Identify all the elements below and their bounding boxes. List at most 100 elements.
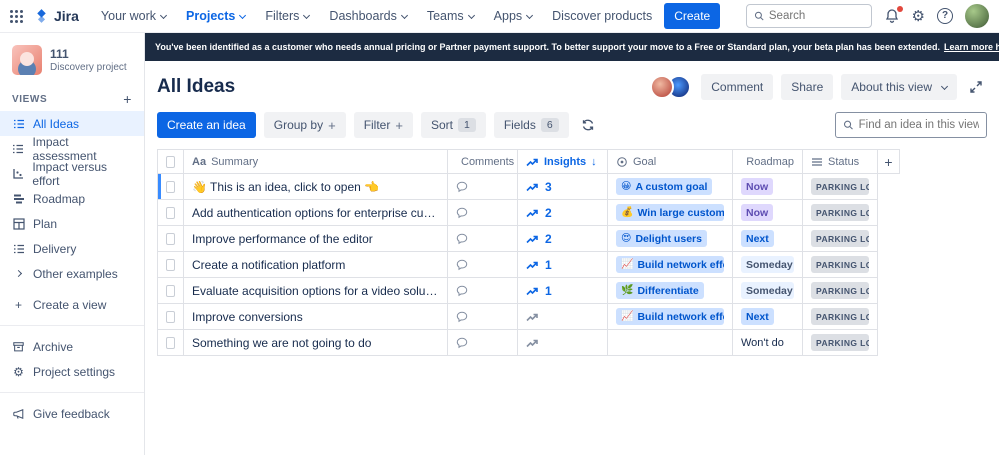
insights-cell[interactable] <box>518 330 608 356</box>
comments-cell[interactable] <box>448 226 518 252</box>
insights-cell[interactable] <box>518 304 608 330</box>
sort-button[interactable]: Sort 1 <box>420 112 486 138</box>
goal-cell[interactable]: 😀 A custom goal <box>608 174 733 200</box>
group-by-button[interactable]: Group by + <box>263 112 346 138</box>
goal-cell[interactable]: 📈Build network effects <box>608 304 733 330</box>
status-select[interactable]: PARKING LOT <box>811 204 869 221</box>
insights-cell[interactable]: 1 <box>518 278 608 304</box>
app-switcher-icon[interactable] <box>10 9 23 23</box>
table-row[interactable]: Improve conversions 📈Build network effec… <box>158 304 900 330</box>
table-row[interactable]: Add authentication options for enterpris… <box>158 200 900 226</box>
table-row[interactable]: Evaluate acquisition options for a video… <box>158 278 900 304</box>
row-checkbox[interactable] <box>166 232 175 245</box>
row-checkbox[interactable] <box>166 206 175 219</box>
idea-summary[interactable]: 👋 This is an idea, click to open 👈 <box>192 180 379 194</box>
learn-more-link[interactable]: Learn more here <box>944 42 999 52</box>
row-checkbox[interactable] <box>166 258 175 271</box>
comments-cell[interactable] <box>448 278 518 304</box>
table-row[interactable]: Create a notification platform 1 📈 Build … <box>158 252 900 278</box>
settings-icon[interactable]: ⚙ <box>912 9 925 24</box>
add-view-icon[interactable]: + <box>123 91 132 107</box>
insights-cell[interactable]: 1 <box>518 252 608 278</box>
column-header-comments[interactable]: Comments <box>448 150 518 174</box>
comments-cell[interactable] <box>448 174 518 200</box>
nav-apps[interactable]: Apps <box>486 0 541 32</box>
status-select[interactable]: PARKING LOT <box>811 308 869 325</box>
nav-discover-products[interactable]: Discover products <box>544 0 660 32</box>
column-header-goal[interactable]: Goal <box>608 150 733 174</box>
status-select[interactable]: PARKING LOT <box>811 230 869 247</box>
roadmap-cell[interactable]: Won't do <box>733 330 803 356</box>
roadmap-cell[interactable]: Next <box>733 304 803 330</box>
idea-summary[interactable]: Create a notification platform <box>192 258 345 272</box>
idea-summary[interactable]: Something we are not going to do <box>192 336 371 350</box>
user-avatar[interactable] <box>965 4 989 28</box>
sidebar-item-project-settings[interactable]: ⚙ Project settings <box>0 359 144 384</box>
column-header-status[interactable]: Status <box>803 150 878 174</box>
idea-summary[interactable]: Evaluate acquisition options for a video… <box>192 284 439 298</box>
select-all-checkbox[interactable] <box>166 155 175 168</box>
comments-cell[interactable] <box>448 304 518 330</box>
roadmap-cell[interactable]: Now <box>733 174 803 200</box>
global-search[interactable] <box>745 4 872 28</box>
sidebar-item-other-examples[interactable]: Other examples <box>0 261 144 286</box>
goal-cell[interactable]: 💰Win large customers <box>608 200 733 226</box>
create-button[interactable]: Create <box>664 3 721 29</box>
status-select[interactable]: PARKING LOT <box>811 334 869 351</box>
comment-button[interactable]: Comment <box>701 74 774 100</box>
sidebar-item-all-ideas[interactable]: All Ideas <box>0 111 144 136</box>
idea-summary[interactable]: Add authentication options for enterpris… <box>192 206 439 220</box>
nav-filters[interactable]: Filters <box>257 0 317 32</box>
status-select[interactable]: PARKING LOT <box>811 282 869 299</box>
fullscreen-icon[interactable] <box>965 76 987 98</box>
help-icon[interactable]: ? <box>937 8 953 24</box>
row-checkbox[interactable] <box>166 310 175 323</box>
row-checkbox[interactable] <box>166 180 175 193</box>
about-view-button[interactable]: About this view <box>841 74 957 100</box>
roadmap-cell[interactable]: Someday <box>733 278 803 304</box>
status-select[interactable]: PARKING LOT <box>811 256 869 273</box>
table-row[interactable]: Improve performance of the editor 2 😍 Del… <box>158 226 900 252</box>
comments-cell[interactable] <box>448 252 518 278</box>
comments-cell[interactable] <box>448 200 518 226</box>
notifications-icon[interactable] <box>884 6 903 24</box>
nav-your-work[interactable]: Your work <box>93 0 174 32</box>
nav-teams[interactable]: Teams <box>419 0 482 32</box>
find-idea-box[interactable] <box>835 112 987 138</box>
sidebar-item-give-feedback[interactable]: Give feedback <box>0 401 144 426</box>
filter-button[interactable]: Filter + <box>353 112 413 138</box>
row-checkbox[interactable] <box>166 284 175 297</box>
insights-cell[interactable]: 2 <box>518 200 608 226</box>
create-a-view-button[interactable]: + Create a view <box>0 292 144 317</box>
goal-cell[interactable]: 🌿 Differentiate <box>608 278 733 304</box>
sidebar-item-plan[interactable]: Plan <box>0 211 144 236</box>
find-idea-input[interactable] <box>858 119 979 131</box>
sidebar-item-delivery[interactable]: Delivery <box>0 236 144 261</box>
project-header[interactable]: 111 Discovery project <box>0 43 144 85</box>
idea-summary[interactable]: Improve performance of the editor <box>192 232 373 246</box>
goal-cell[interactable]: 😍 Delight users <box>608 226 733 252</box>
sidebar-item-impact-versus-effort[interactable]: Impact versus effort <box>0 160 144 188</box>
fields-button[interactable]: Fields 6 <box>493 112 569 138</box>
global-search-input[interactable] <box>768 10 864 22</box>
goal-cell[interactable]: 📈Build network effects <box>608 252 733 278</box>
row-checkbox[interactable] <box>166 336 175 349</box>
table-row[interactable]: 👋 This is an idea, click to open 👈 3 😀 A … <box>158 174 900 200</box>
roadmap-cell[interactable]: Now <box>733 200 803 226</box>
sidebar-item-archive[interactable]: Archive <box>0 334 144 359</box>
create-idea-button[interactable]: Create an idea <box>157 112 256 138</box>
comments-cell[interactable] <box>448 330 518 356</box>
table-row[interactable]: Something we are not going to do Won't d… <box>158 330 900 356</box>
column-header-insights[interactable]: Insights ↓ <box>518 150 608 174</box>
goal-cell[interactable] <box>608 330 733 356</box>
add-column-button[interactable]: + <box>878 150 900 174</box>
nav-projects[interactable]: Projects <box>178 0 253 32</box>
roadmap-cell[interactable]: Someday <box>733 252 803 278</box>
idea-summary[interactable]: Improve conversions <box>192 310 303 324</box>
sidebar-item-roadmap[interactable]: Roadmap <box>0 186 144 211</box>
nav-dashboards[interactable]: Dashboards <box>321 0 414 32</box>
insights-cell[interactable]: 2 <box>518 226 608 252</box>
column-header-roadmap[interactable]: Roadmap <box>733 150 803 174</box>
jira-logo[interactable]: Jira <box>33 8 79 25</box>
insights-cell[interactable]: 3 <box>518 174 608 200</box>
